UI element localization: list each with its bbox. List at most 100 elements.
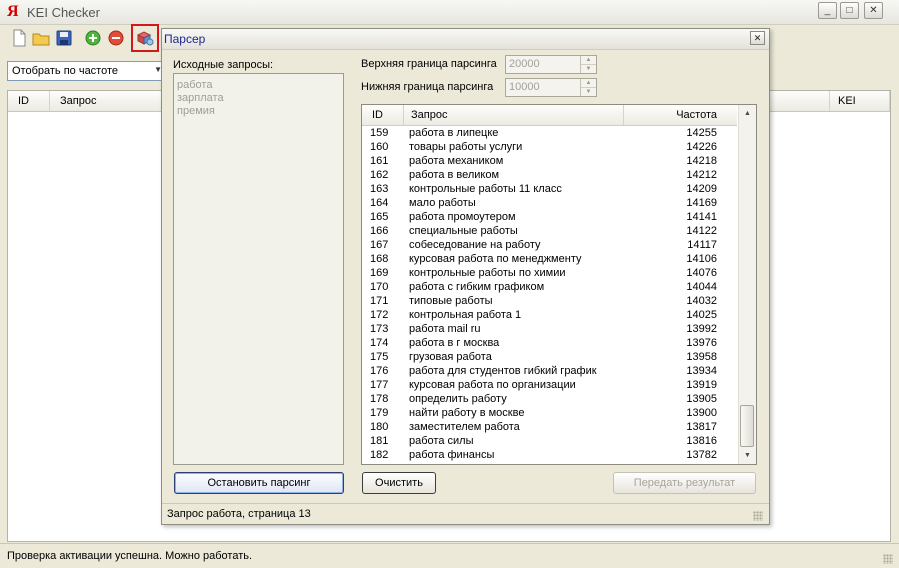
table-row[interactable]: 160 товары работы услуги 14226	[362, 140, 737, 154]
table-row[interactable]: 182 работа финансы 13782	[362, 448, 737, 462]
table-row[interactable]: 166 специальные работы 14122	[362, 224, 737, 238]
cell-id: 170	[370, 281, 389, 293]
spin-up-icon[interactable]: ▲	[581, 56, 596, 64]
dialog-close-button[interactable]: ✕	[750, 31, 765, 45]
table-row[interactable]: 173 работа mail ru 13992	[362, 322, 737, 336]
source-queries-textarea[interactable]: работа зарплата премия	[173, 73, 344, 465]
cell-query: контрольные работы 11 класс	[409, 183, 562, 195]
cell-query: работа в г москва	[409, 337, 500, 349]
stop-parsing-button[interactable]: Остановить парсинг	[174, 472, 344, 494]
spin-down-icon[interactable]: ▼	[581, 87, 596, 96]
send-result-button[interactable]: Передать результат	[613, 472, 756, 494]
table-row[interactable]: 179 найти работу в москве 13900	[362, 406, 737, 420]
add-icon	[85, 30, 101, 46]
cell-frequency: 14212	[686, 169, 717, 181]
column-header-id[interactable]: ID	[8, 91, 50, 111]
cell-query: типовые работы	[409, 295, 493, 307]
cell-query: заместителем работа	[409, 421, 520, 433]
cell-query: работа в липецке	[409, 127, 499, 139]
save-button[interactable]	[54, 28, 74, 48]
table-row[interactable]: 168 курсовая работа по менеджменту 14106	[362, 252, 737, 266]
cell-id: 162	[370, 169, 389, 181]
table-row[interactable]: 162 работа в великом 14212	[362, 168, 737, 182]
results-grid-header: ID Запрос Частота	[362, 105, 737, 126]
table-row[interactable]: 175 грузовая работа 13958	[362, 350, 737, 364]
column-header-query[interactable]: Запрос	[404, 105, 624, 125]
remove-icon	[108, 30, 124, 46]
spin-down-icon[interactable]: ▼	[581, 64, 596, 73]
cell-query: работа для студентов гибкий график	[409, 365, 597, 377]
cell-query: контрольные работы по химии	[409, 267, 566, 279]
lower-bound-spin-buttons: ▲ ▼	[580, 79, 596, 96]
cell-frequency: 14141	[686, 211, 717, 223]
lower-bound-label: Нижняя граница парсинга	[361, 81, 494, 93]
table-row[interactable]: 167 собеседование на работу 14117	[362, 238, 737, 252]
remove-button[interactable]	[106, 28, 126, 48]
scroll-down-icon[interactable]: ▼	[739, 447, 756, 464]
column-header-frequency[interactable]: Частота	[624, 105, 737, 125]
table-row[interactable]: 171 типовые работы 14032	[362, 294, 737, 308]
cell-id: 175	[370, 351, 389, 363]
resize-grip-icon[interactable]	[883, 554, 893, 564]
status-text: Проверка активации успешна. Можно работа…	[7, 550, 253, 562]
table-row[interactable]: 163 контрольные работы 11 класс 14209	[362, 182, 737, 196]
resize-grip-icon[interactable]	[753, 511, 763, 521]
table-row[interactable]: 161 работа механиком 14218	[362, 154, 737, 168]
cell-query: определить работу	[409, 393, 507, 405]
cell-id: 164	[370, 197, 389, 209]
cell-query: работа с гибким графиком	[409, 281, 545, 293]
upper-bound-spinner[interactable]: 20000 ▲ ▼	[505, 55, 597, 74]
cell-id: 161	[370, 155, 389, 167]
cell-frequency: 14044	[686, 281, 717, 293]
cell-id: 163	[370, 183, 389, 195]
table-row[interactable]: 165 работа промоутером 14141	[362, 210, 737, 224]
parser-button[interactable]	[131, 24, 159, 52]
open-folder-icon	[32, 33, 50, 46]
filter-combo[interactable]: Отобрать по частоте ▼	[7, 61, 165, 81]
cell-frequency: 13817	[686, 421, 717, 433]
results-scrollbar[interactable]: ▲ ▼	[738, 105, 756, 464]
title-bar: Я KEI Checker _ □ ✕	[0, 0, 899, 25]
cell-frequency: 14226	[686, 141, 717, 153]
column-header-id[interactable]: ID	[362, 105, 404, 125]
cell-frequency: 13900	[686, 407, 717, 419]
clear-button[interactable]: Очистить	[362, 472, 436, 494]
cell-frequency: 13919	[686, 379, 717, 391]
table-row[interactable]: 169 контрольные работы по химии 14076	[362, 266, 737, 280]
cell-frequency: 13976	[686, 337, 717, 349]
table-row[interactable]: 180 заместителем работа 13817	[362, 420, 737, 434]
table-row[interactable]: 164 мало работы 14169	[362, 196, 737, 210]
table-row[interactable]: 178 определить работу 13905	[362, 392, 737, 406]
cell-id: 169	[370, 267, 389, 279]
cell-frequency: 14032	[686, 295, 717, 307]
cell-query: работа финансы	[409, 449, 495, 461]
spin-up-icon[interactable]: ▲	[581, 79, 596, 87]
results-grid[interactable]: ID Запрос Частота 159 работа в липецке 142…	[361, 104, 757, 465]
cell-frequency: 14117	[687, 239, 717, 251]
table-row[interactable]: 181 работа силы 13816	[362, 434, 737, 448]
cell-frequency: 13992	[686, 323, 717, 335]
table-row[interactable]: 174 работа в г москва 13976	[362, 336, 737, 350]
scroll-up-icon[interactable]: ▲	[739, 105, 756, 122]
table-row[interactable]: 159 работа в липецке 14255	[362, 126, 737, 140]
maximize-button[interactable]: □	[840, 2, 859, 19]
scrollbar-thumb[interactable]	[740, 405, 754, 447]
dialog-title: Парсер	[164, 32, 206, 46]
cell-id: 174	[370, 337, 389, 349]
lower-bound-spinner[interactable]: 10000 ▲ ▼	[505, 78, 597, 97]
cell-frequency: 13934	[686, 365, 717, 377]
cell-query: грузовая работа	[409, 351, 492, 363]
table-row[interactable]: 176 работа для студентов гибкий график 139…	[362, 364, 737, 378]
add-button[interactable]	[83, 28, 103, 48]
table-row[interactable]: 170 работа с гибким графиком 14044	[362, 280, 737, 294]
close-button[interactable]: ✕	[864, 2, 883, 19]
parser-icon	[136, 31, 154, 46]
table-row[interactable]: 172 контрольная работа 1 14025	[362, 308, 737, 322]
open-button[interactable]	[31, 28, 51, 48]
cell-frequency: 13905	[686, 393, 717, 405]
minimize-button[interactable]: _	[818, 2, 837, 19]
cell-id: 179	[370, 407, 389, 419]
column-header-kei[interactable]: KEI	[830, 91, 890, 111]
table-row[interactable]: 177 курсовая работа по организации 13919	[362, 378, 737, 392]
new-button[interactable]	[9, 28, 29, 48]
